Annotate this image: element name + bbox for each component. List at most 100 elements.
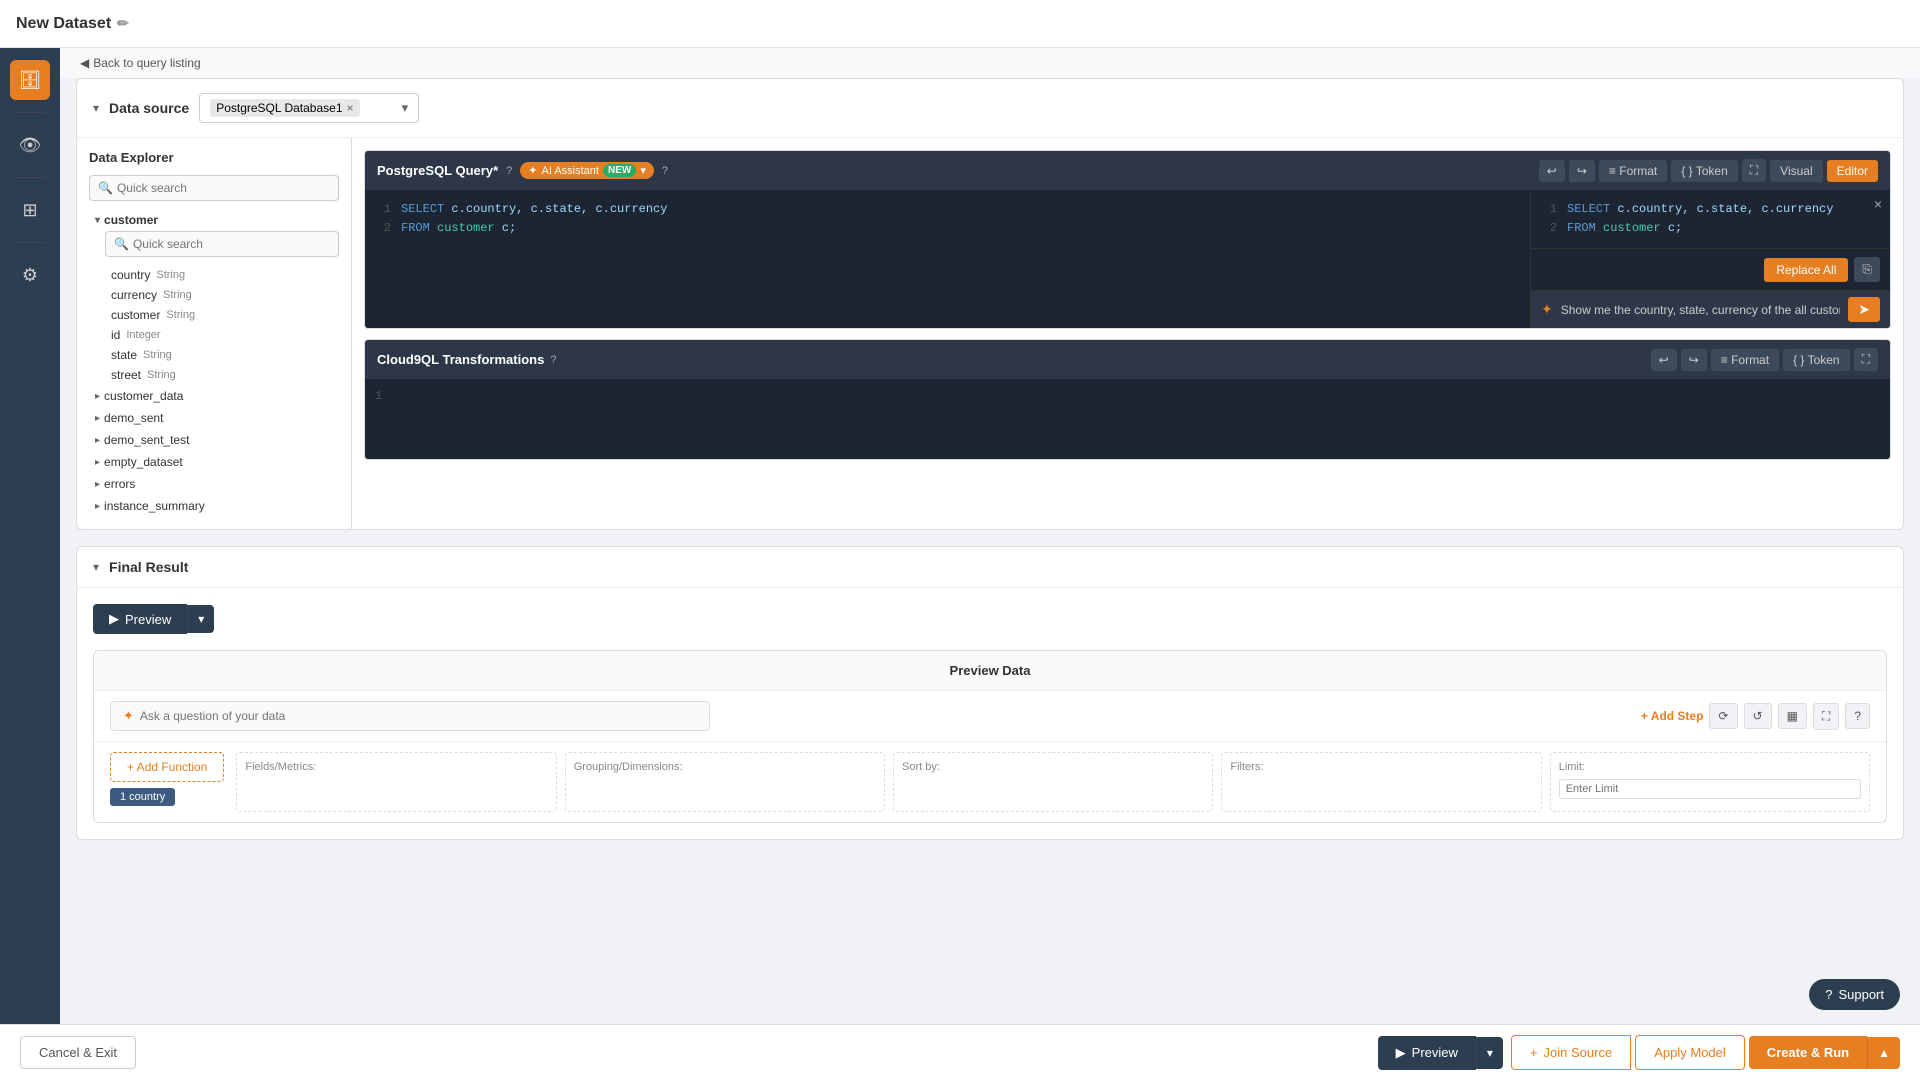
tree-chevron-customer-data: ▸: [95, 391, 100, 402]
cloud9-expand-button[interactable]: ⛶: [1854, 348, 1878, 371]
final-result-collapse-icon[interactable]: ▾: [93, 560, 99, 574]
editor-label: Editor: [1837, 164, 1868, 178]
redo-button[interactable]: ↪: [1569, 160, 1595, 182]
redo-icon: ↪: [1577, 164, 1587, 178]
token-button[interactable]: { } Token: [1671, 160, 1738, 182]
format-label: Format: [1619, 164, 1657, 178]
expand-button[interactable]: ⛶: [1742, 159, 1766, 182]
datasource-chevron-icon: ▾: [402, 100, 409, 116]
refresh-icon-btn[interactable]: ⟳: [1709, 703, 1737, 729]
undo-icon: ↩: [1547, 164, 1557, 178]
sort-by-label: Sort by:: [902, 761, 1204, 773]
ai-question-field[interactable]: [140, 709, 697, 723]
tree-item-customer[interactable]: ▾ customer: [89, 209, 339, 231]
search-icon-1: 🔍: [98, 181, 113, 195]
undo-button[interactable]: ↩: [1539, 160, 1565, 182]
add-function-button[interactable]: + Add Function: [110, 752, 224, 782]
search-box-2[interactable]: 🔍: [105, 231, 339, 257]
query-help-icon[interactable]: ?: [506, 165, 512, 177]
preview-chevron-icon: ▾: [198, 612, 204, 626]
replace-all-button[interactable]: Replace All: [1764, 258, 1848, 282]
cloud9-token-icon: { }: [1793, 353, 1804, 367]
fullscreen-icon-btn[interactable]: ⛶: [1813, 703, 1839, 730]
ai-suggestion-code: 1 SELECT c.country, c.state, c.currency …: [1531, 190, 1890, 248]
sidebar-item-database[interactable]: 🗄: [10, 60, 50, 100]
help-icon-btn[interactable]: ?: [1845, 703, 1870, 729]
preview-chevron-button[interactable]: ▾: [187, 605, 214, 633]
edit-icon[interactable]: ✏: [117, 15, 129, 32]
tree-item-demo-sent-test[interactable]: ▸ demo_sent_test: [89, 429, 339, 451]
page-title-container: New Dataset ✏: [16, 15, 129, 33]
bottom-preview-chevron-button[interactable]: ▾: [1476, 1037, 1503, 1069]
cloud9-format-button[interactable]: ≡ Format: [1711, 349, 1779, 371]
datasource-name: PostgreSQL Database1: [216, 101, 342, 115]
ai-help-icon[interactable]: ?: [662, 165, 668, 177]
search-input-1[interactable]: [117, 181, 330, 195]
field-item-currency[interactable]: currency String: [89, 285, 339, 305]
country-field-tag[interactable]: 1 country: [110, 788, 175, 806]
data-explorer-title: Data Explorer: [89, 150, 339, 165]
tree-item-instance-summary[interactable]: ▸ instance_summary: [89, 495, 339, 517]
sql-line-1: 1 SELECT c.country, c.state, c.currency: [375, 200, 1520, 219]
bottom-preview-button[interactable]: ▶ Preview: [1378, 1036, 1476, 1070]
explorer-editor-container: Data Explorer 🔍 ▾ customer: [77, 138, 1903, 529]
field-item-country[interactable]: country String: [89, 265, 339, 285]
support-button[interactable]: ? Support: [1809, 979, 1900, 1010]
datasource-remove-icon[interactable]: ×: [347, 101, 354, 115]
search-input-2[interactable]: [133, 237, 330, 251]
cloud9ql-help-icon[interactable]: ?: [550, 354, 556, 366]
cloud9-token-button[interactable]: { } Token: [1783, 349, 1850, 371]
join-source-button[interactable]: + Join Source: [1511, 1035, 1631, 1070]
create-run-button[interactable]: Create & Run: [1749, 1036, 1867, 1069]
apply-model-button[interactable]: Apply Model: [1635, 1035, 1745, 1070]
query-panel-title: PostgreSQL Query*: [377, 163, 498, 178]
query-toolbar: ↩ ↪ ≡ Format: [1539, 159, 1878, 182]
content-area: ◀ Back to query listing ▾ Data source Po…: [60, 48, 1920, 1080]
new-badge: NEW: [603, 164, 636, 177]
preview-section: ▶ Preview ▾ Preview Data ✦: [77, 588, 1903, 839]
sidebar-item-eye[interactable]: 👁: [10, 125, 50, 165]
tree-item-demo-sent[interactable]: ▸ demo_sent: [89, 407, 339, 429]
sql-editor-body: 1 SELECT c.country, c.state, c.currency …: [365, 190, 1890, 328]
join-source-plus-icon: +: [1530, 1045, 1538, 1060]
cloud9ql-editor[interactable]: 1: [365, 379, 1890, 459]
sidebar-item-gear[interactable]: ⚙: [10, 255, 50, 295]
ai-send-button[interactable]: ➤: [1848, 297, 1880, 322]
ai-text-input[interactable]: [1561, 303, 1841, 317]
search-icon-2: 🔍: [114, 237, 129, 251]
tree-item-customer-data[interactable]: ▸ customer_data: [89, 385, 339, 407]
cloud9-line-1: 1: [375, 389, 382, 403]
field-item-id[interactable]: id Integer: [89, 325, 339, 345]
cloud9-redo-button[interactable]: ↪: [1681, 349, 1707, 371]
ai-question-input[interactable]: ✦: [110, 701, 710, 731]
bottom-bar: Cancel & Exit ▶ Preview ▾ + Join Source …: [0, 1024, 1920, 1080]
back-link[interactable]: ◀ Back to query listing: [60, 48, 1920, 78]
ai-close-icon[interactable]: ×: [1874, 196, 1882, 212]
field-item-street[interactable]: street String: [89, 365, 339, 385]
editor-button[interactable]: Editor: [1827, 160, 1878, 182]
add-step-button[interactable]: + Add Step: [1641, 709, 1704, 723]
create-run-chevron-button[interactable]: ▲: [1867, 1037, 1900, 1069]
sidebar-item-table[interactable]: ⊞: [10, 190, 50, 230]
visual-button[interactable]: Visual: [1770, 160, 1822, 182]
copy-button[interactable]: ⎘: [1854, 257, 1880, 282]
datasource-select[interactable]: PostgreSQL Database1 × ▾: [199, 93, 419, 123]
field-item-customer[interactable]: customer String: [89, 305, 339, 325]
field-item-state[interactable]: state String: [89, 345, 339, 365]
format-button[interactable]: ≡ Format: [1599, 160, 1667, 182]
collapse-icon[interactable]: ▾: [93, 101, 99, 115]
tree-item-errors[interactable]: ▸ errors: [89, 473, 339, 495]
filters-label: Filters:: [1230, 761, 1532, 773]
sql-main-editor[interactable]: 1 SELECT c.country, c.state, c.currency …: [365, 190, 1530, 328]
preview-toolbar: ✦ + Add Step ⟳ ↺ ▦ ⛶ ?: [94, 691, 1886, 742]
search-box-1[interactable]: 🔍: [89, 175, 339, 201]
tree-item-empty-dataset[interactable]: ▸ empty_dataset: [89, 451, 339, 473]
reset-icon-btn[interactable]: ↺: [1744, 703, 1772, 729]
preview-button[interactable]: ▶ Preview: [93, 604, 187, 634]
cloud9-expand-icon: ⛶: [1862, 352, 1870, 367]
cloud9-undo-button[interactable]: ↩: [1651, 349, 1677, 371]
ai-assistant-badge[interactable]: ✦ AI Assistant NEW ▾: [520, 162, 654, 179]
cancel-exit-button[interactable]: Cancel & Exit: [20, 1036, 136, 1069]
chart-icon-btn[interactable]: ▦: [1778, 703, 1807, 729]
limit-input[interactable]: [1559, 779, 1861, 799]
